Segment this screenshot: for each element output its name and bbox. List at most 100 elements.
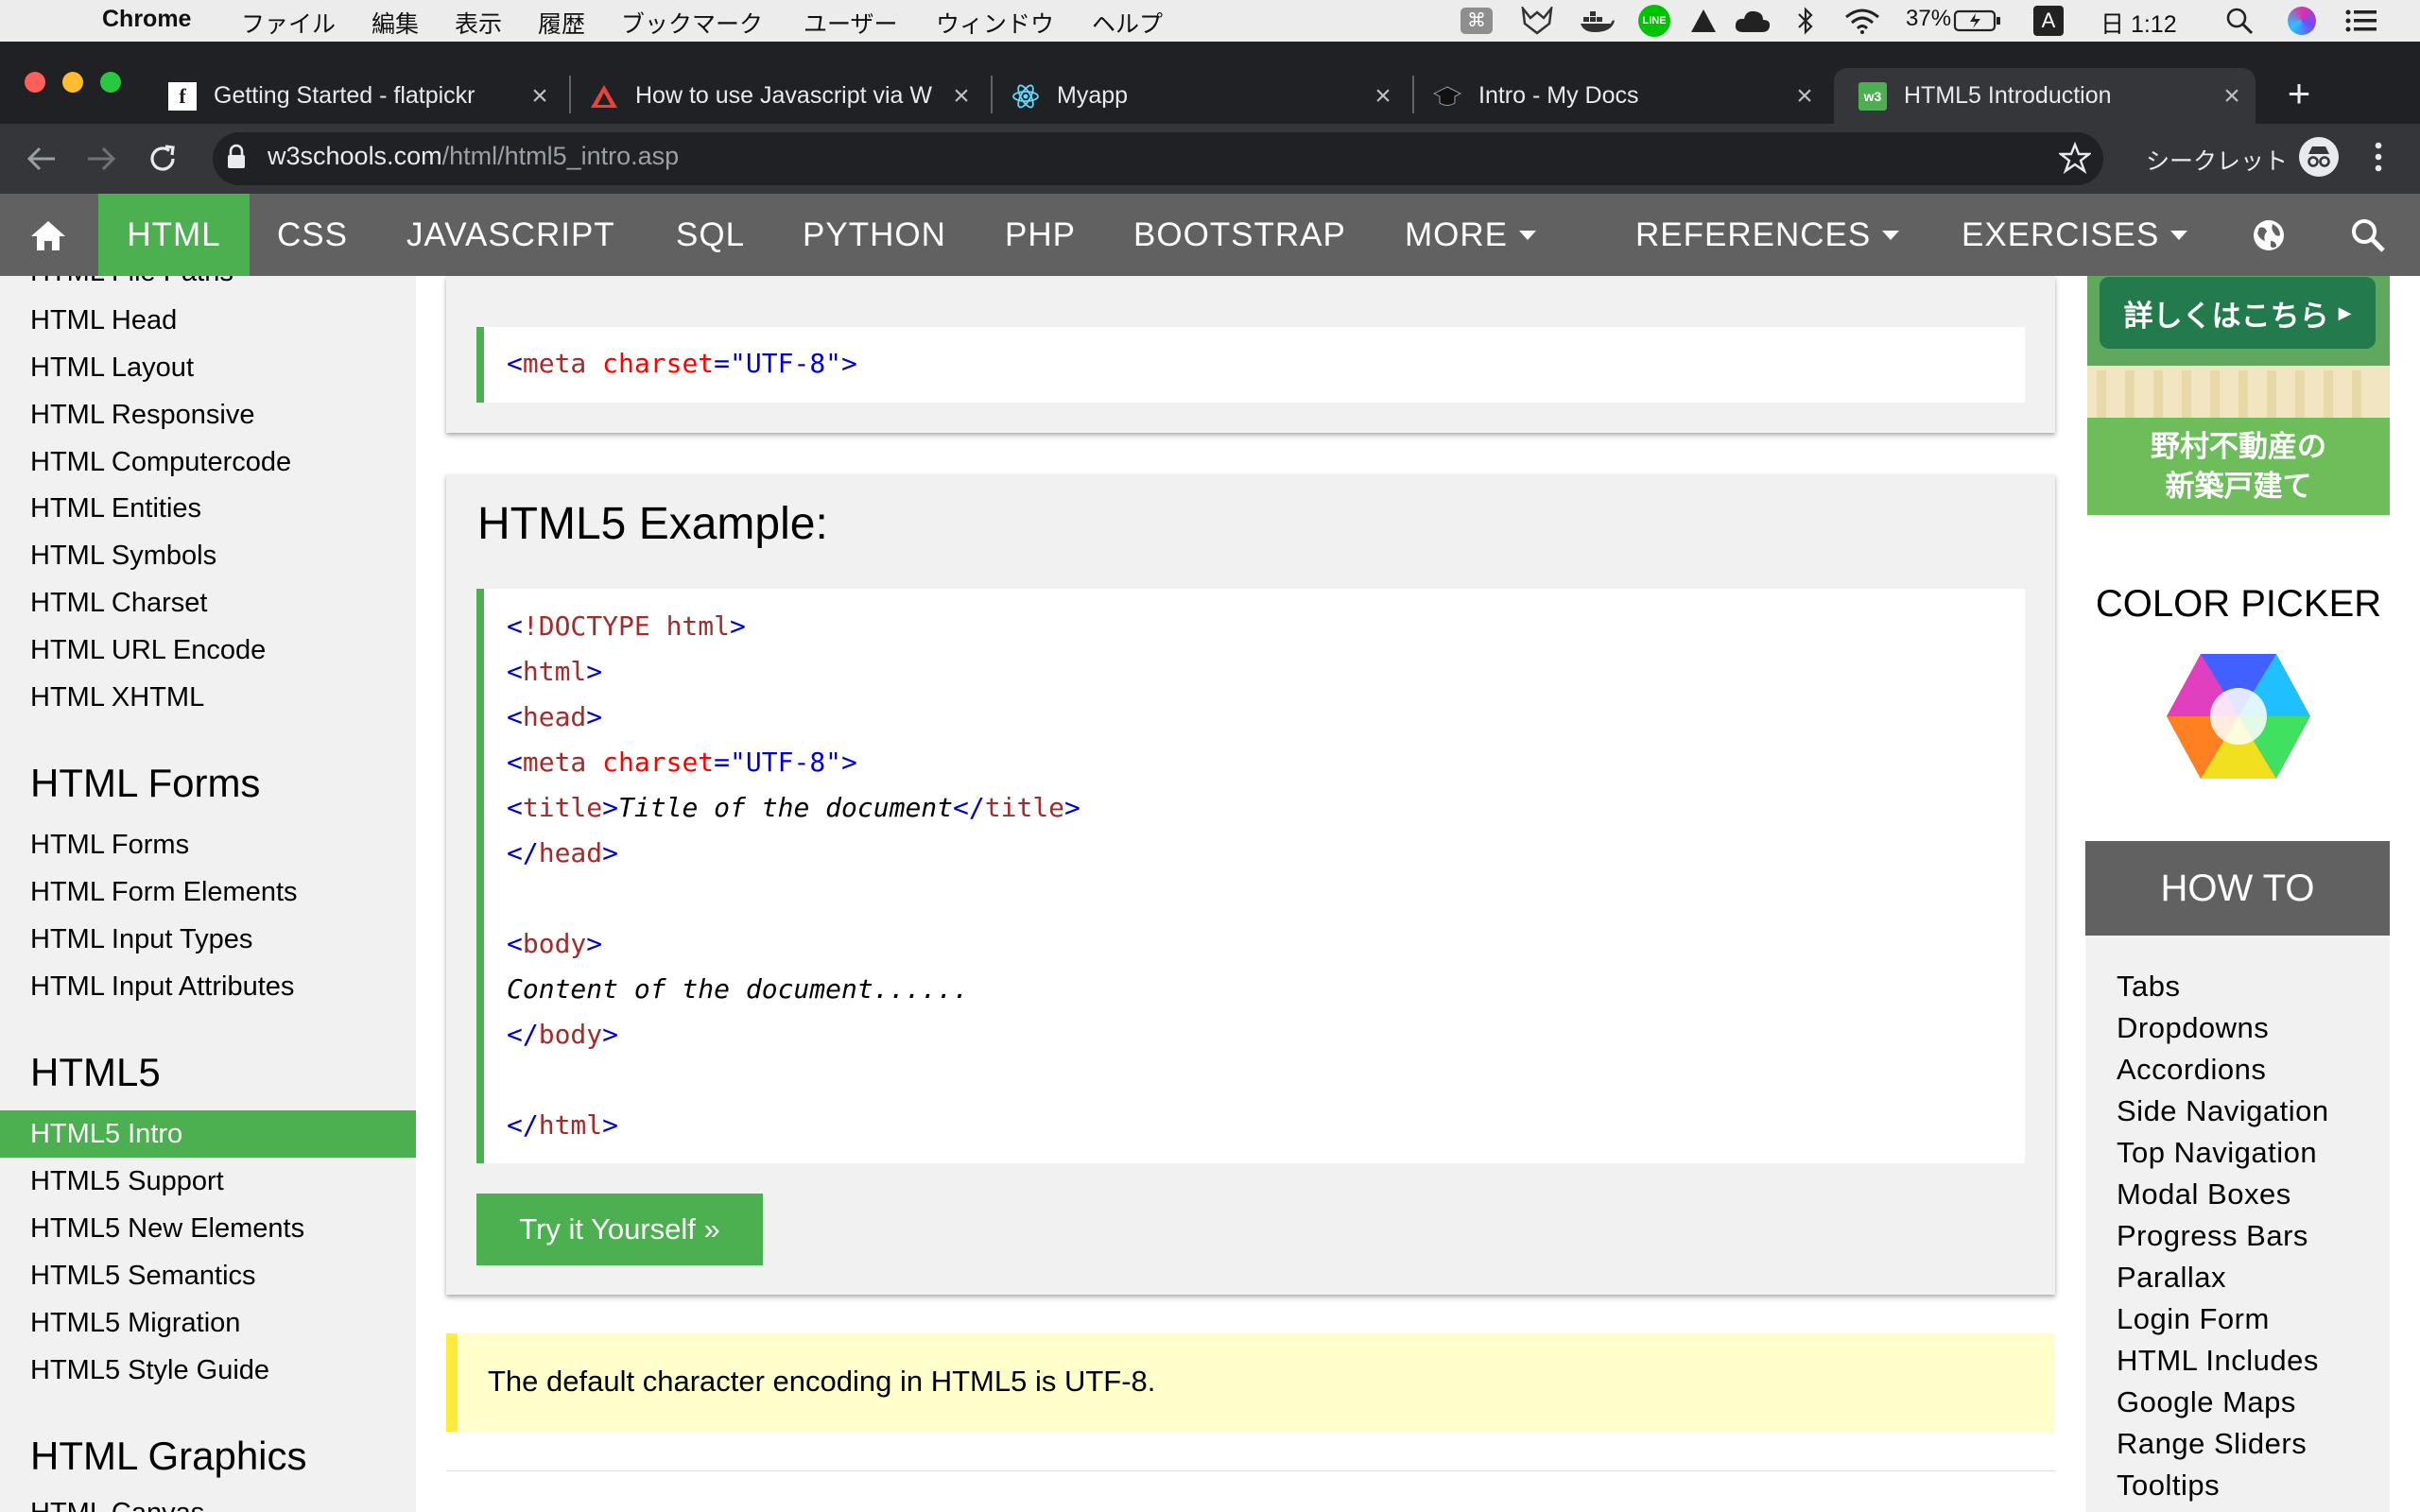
menu-edit[interactable]: 編集 bbox=[372, 6, 419, 40]
close-tab-icon[interactable]: × bbox=[2216, 80, 2248, 112]
howto-progress-bars[interactable]: Progress Bars bbox=[2117, 1219, 2308, 1253]
notification-center-icon[interactable] bbox=[2342, 6, 2380, 36]
menubar-clock[interactable]: 日 1:12 bbox=[2100, 6, 2177, 40]
wifi-icon[interactable] bbox=[1843, 6, 1881, 36]
chrome-menu-icon[interactable] bbox=[2369, 140, 2388, 179]
close-tab-icon[interactable]: × bbox=[524, 80, 556, 112]
battery-icon[interactable] bbox=[1953, 6, 2002, 36]
sidebar-item-url-encode[interactable]: HTML URL Encode bbox=[30, 635, 266, 666]
lock-icon[interactable] bbox=[227, 144, 246, 175]
back-arrow-icon[interactable] bbox=[20, 137, 63, 180]
line-icon[interactable]: LINE bbox=[1637, 5, 1671, 37]
docker-icon[interactable] bbox=[1579, 6, 1616, 36]
sidebar-item-charset[interactable]: HTML Charset bbox=[30, 588, 207, 619]
howto-modal-boxes[interactable]: Modal Boxes bbox=[2117, 1177, 2291, 1211]
search-icon[interactable] bbox=[2350, 194, 2386, 276]
sidebar-item-form-elements[interactable]: HTML Form Elements bbox=[30, 877, 298, 908]
close-tab-icon[interactable]: × bbox=[1367, 80, 1399, 112]
url-text[interactable]: w3schools.com/html/html5_intro.asp bbox=[268, 142, 679, 171]
nav-exercises[interactable]: EXERCISES bbox=[1962, 194, 2188, 276]
menu-file[interactable]: ファイル bbox=[241, 6, 336, 40]
command-key-icon[interactable]: ⌘ bbox=[1461, 8, 1493, 34]
browser-tab-flatpickr[interactable]: f Getting Started - flatpickr × bbox=[168, 68, 556, 124]
sidebar-item-input-types[interactable]: HTML Input Types bbox=[30, 924, 252, 955]
siri-icon[interactable] bbox=[2286, 6, 2318, 36]
sidebar-item-html5-semantics[interactable]: HTML5 Semantics bbox=[30, 1261, 256, 1292]
bluetooth-icon[interactable] bbox=[1792, 6, 1819, 36]
close-tab-icon[interactable]: × bbox=[1789, 80, 1821, 112]
sidebar-item-input-attributes[interactable]: HTML Input Attributes bbox=[30, 971, 294, 1003]
howto-top-navigation[interactable]: Top Navigation bbox=[2117, 1136, 2317, 1170]
sidebar-item-file-paths[interactable]: HTML File Paths bbox=[30, 276, 233, 288]
window-minimize-button[interactable] bbox=[62, 72, 83, 93]
sidebar-item-layout[interactable]: HTML Layout bbox=[30, 352, 194, 384]
nav-python[interactable]: PYTHON bbox=[803, 194, 946, 276]
sidebar-item-xhtml[interactable]: HTML XHTML bbox=[30, 682, 204, 713]
new-tab-plus-icon[interactable]: + bbox=[2278, 70, 2320, 117]
howto-tabs[interactable]: Tabs bbox=[2117, 970, 2180, 1004]
nav-css[interactable]: CSS bbox=[277, 194, 348, 276]
window-zoom-button[interactable] bbox=[100, 72, 121, 93]
incognito-icon[interactable] bbox=[2299, 137, 2339, 177]
howto-range-sliders[interactable]: Range Sliders bbox=[2117, 1427, 2307, 1461]
drive-icon[interactable] bbox=[1688, 6, 1719, 36]
sidebar-item-head[interactable]: HTML Head bbox=[30, 305, 177, 336]
menu-bookmarks[interactable]: ブックマーク bbox=[621, 6, 763, 40]
sidebar-item-html5-intro[interactable]: HTML5 Intro bbox=[30, 1119, 182, 1150]
nav-references[interactable]: REFERENCES bbox=[1635, 194, 1900, 276]
code-line-meta-charset: <meta charset="UTF-8"> bbox=[507, 747, 857, 778]
menu-window[interactable]: ウィンドウ bbox=[936, 6, 1054, 40]
fox-icon[interactable] bbox=[1520, 6, 1554, 36]
sidebar-item-forms[interactable]: HTML Forms bbox=[30, 830, 189, 861]
sidebar-item-entities[interactable]: HTML Entities bbox=[30, 493, 201, 524]
sidebar-item-responsive[interactable]: HTML Responsive bbox=[30, 400, 254, 431]
color-picker-hexagon-icon[interactable] bbox=[2163, 650, 2314, 787]
nav-more[interactable]: MORE bbox=[1405, 194, 1536, 276]
globe-icon[interactable] bbox=[2252, 194, 2286, 276]
nav-bootstrap[interactable]: BOOTSTRAP bbox=[1133, 194, 1346, 276]
try-it-yourself-button[interactable]: Try it Yourself » bbox=[476, 1194, 763, 1265]
input-source-icon[interactable]: A bbox=[2032, 6, 2065, 36]
cloud-icon[interactable] bbox=[1734, 6, 1772, 36]
bookmark-star-icon[interactable] bbox=[2057, 141, 2093, 179]
reload-icon[interactable] bbox=[141, 137, 184, 180]
nav-php[interactable]: PHP bbox=[1005, 194, 1076, 276]
ad-details-button[interactable]: 詳しくはこちら ▶ bbox=[2100, 277, 2376, 349]
incognito-label[interactable]: シークレット bbox=[2146, 143, 2288, 177]
howto-parallax[interactable]: Parallax bbox=[2117, 1261, 2226, 1295]
menu-history[interactable]: 履歴 bbox=[538, 6, 585, 40]
nav-javascript[interactable]: JAVASCRIPT bbox=[406, 194, 615, 276]
menu-user[interactable]: ユーザー bbox=[804, 6, 898, 40]
window-close-button[interactable] bbox=[25, 72, 45, 93]
tab-title: HTML5 Introduction bbox=[1904, 82, 2112, 109]
menu-help[interactable]: ヘルプ bbox=[1092, 6, 1163, 40]
howto-google-maps[interactable]: Google Maps bbox=[2117, 1385, 2296, 1419]
sidebar-item-symbols[interactable]: HTML Symbols bbox=[30, 541, 216, 572]
app-menu-chrome[interactable]: Chrome bbox=[102, 6, 191, 33]
howto-side-navigation[interactable]: Side Navigation bbox=[2117, 1094, 2329, 1128]
sidebar-item-html5-support[interactable]: HTML5 Support bbox=[30, 1166, 224, 1197]
howto-html-includes[interactable]: HTML Includes bbox=[2117, 1344, 2319, 1378]
sidebar-item-canvas[interactable]: HTML Canvas bbox=[30, 1498, 204, 1512]
spotlight-search-icon[interactable] bbox=[2223, 6, 2256, 36]
nav-html[interactable]: HTML bbox=[98, 194, 250, 276]
browser-tab-javascript[interactable]: How to use Javascript via W × bbox=[590, 68, 977, 124]
howto-tooltips[interactable]: Tooltips bbox=[2117, 1469, 2220, 1503]
howto-accordions[interactable]: Accordions bbox=[2117, 1053, 2266, 1087]
forward-arrow-icon[interactable] bbox=[79, 137, 123, 180]
browser-tab-html5-intro[interactable]: w3 HTML5 Introduction × bbox=[1834, 68, 2256, 124]
sidebar-item-html5-new-elements[interactable]: HTML5 New Elements bbox=[30, 1213, 304, 1245]
browser-tab-myapp[interactable]: Myapp × bbox=[1011, 68, 1399, 124]
howto-login-form[interactable]: Login Form bbox=[2117, 1302, 2270, 1336]
close-tab-icon[interactable]: × bbox=[945, 80, 977, 112]
caret-down-icon bbox=[1519, 230, 1536, 240]
home-icon[interactable] bbox=[0, 194, 96, 276]
sidebar-item-computercode[interactable]: HTML Computercode bbox=[30, 447, 291, 478]
nav-sql[interactable]: SQL bbox=[676, 194, 745, 276]
sidebar-item-html5-style-guide[interactable]: HTML5 Style Guide bbox=[30, 1355, 269, 1386]
tab-separator bbox=[991, 76, 993, 113]
browser-tab-mydocs[interactable]: Intro - My Docs × bbox=[1433, 68, 1821, 124]
menu-view[interactable]: 表示 bbox=[455, 6, 502, 40]
sidebar-item-html5-migration[interactable]: HTML5 Migration bbox=[30, 1308, 240, 1339]
howto-dropdowns[interactable]: Dropdowns bbox=[2117, 1011, 2269, 1045]
